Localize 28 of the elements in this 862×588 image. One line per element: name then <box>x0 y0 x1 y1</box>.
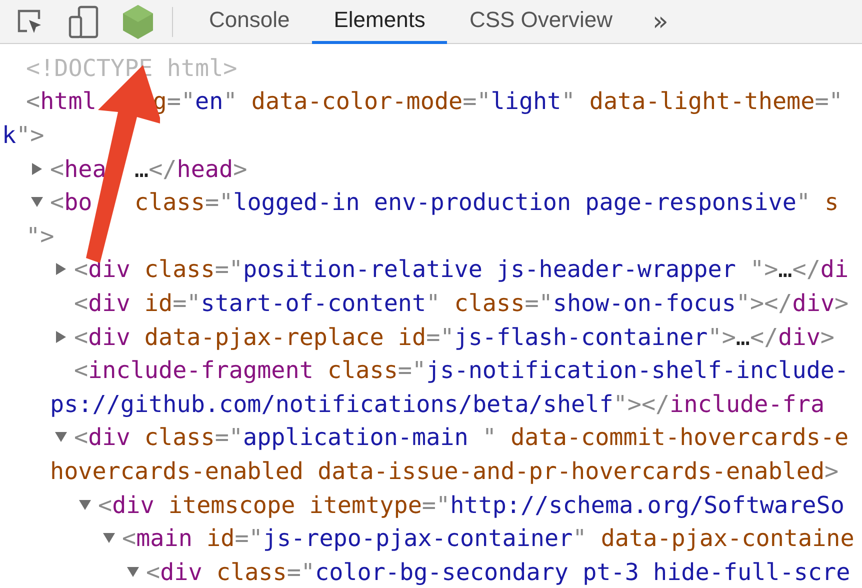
dom-code-line: <div class="application-main " data-commit-hovercards-e <box>74 422 849 452</box>
dom-code-line: <bo class="logged-in env-production page-responsive" s <box>50 187 839 218</box>
dom-code-line: <main id="js-repo-pjax-container" data-pjax-containe <box>122 523 854 554</box>
dom-code-line: <div class="color-bg-secondary pt-3 hide-full-scre <box>146 556 850 587</box>
collapsed-triangle-icon[interactable] <box>55 330 67 343</box>
dom-code-line: <div itemscope itemtype="http://schema.org/SoftwareSo <box>98 490 844 520</box>
collapsed-triangle-icon[interactable] <box>55 263 67 276</box>
expanded-triangle-icon[interactable] <box>103 532 115 544</box>
dom-code-line: ps://github.com/notifications/beta/shelf"></include-fra <box>50 388 825 419</box>
dom-code-line: <div data-pjax-replace id="js-flash-container">…</div> <box>74 322 835 352</box>
device-toggle-icon[interactable] <box>68 4 100 38</box>
expanded-triangle-icon[interactable] <box>79 498 91 511</box>
dom-code-line: k"> <box>2 120 44 150</box>
more-tabs-button[interactable]: » <box>634 0 686 44</box>
expanded-triangle-icon[interactable] <box>55 431 67 444</box>
dom-code-line: <div id="start-of-content" class="show-on-focus"></div> <box>74 288 849 318</box>
dom-code-line: <!DOCTYPE html> <box>26 52 238 83</box>
panel-tab[interactable]: Elements <box>312 0 448 44</box>
dom-code-line: hovercards-enabled data-issue-and-pr-hovercards-enabled> <box>50 456 839 486</box>
panel-tab[interactable]: Console <box>187 0 312 44</box>
dom-code-line: <include-fragment class="js-notification-shelf-include- <box>74 355 849 386</box>
panel-tab[interactable]: CSS Overview <box>447 0 634 44</box>
dom-code-line: <hea …</head> <box>50 154 248 184</box>
dom-code-line: "> <box>26 220 54 251</box>
expanded-triangle-icon[interactable] <box>31 196 43 208</box>
expanded-triangle-icon[interactable] <box>127 566 139 578</box>
collapsed-triangle-icon[interactable] <box>31 162 43 175</box>
dom-code-line: <div class="position-relative js-header-wrapper ">…</di <box>74 254 849 284</box>
